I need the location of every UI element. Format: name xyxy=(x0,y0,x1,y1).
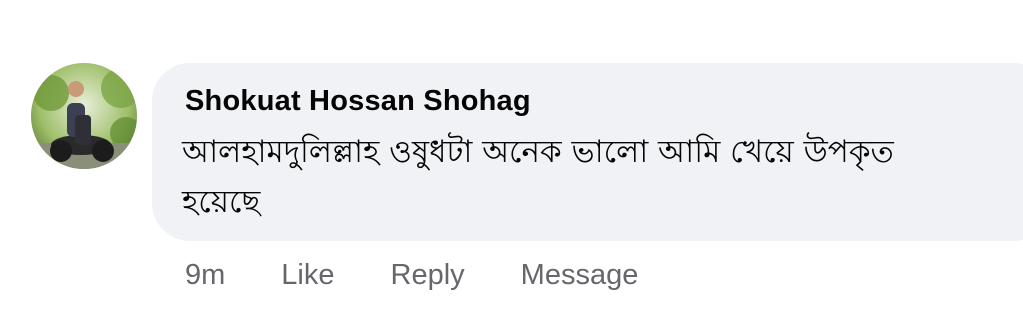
comment-bubble: Shokuat Hossan Shohag আলহামদুলিল্লাহ ওষু… xyxy=(152,63,1023,241)
comment-text: আলহামদুলিল্লাহ ওষুধটা অনেক ভালো আমি খেয়… xyxy=(182,134,894,220)
avatar-photo-icon xyxy=(31,63,137,169)
comment-author-name[interactable]: Shokuat Hossan Shohag xyxy=(185,85,531,118)
reply-button[interactable]: Reply xyxy=(391,259,465,292)
author-avatar[interactable] xyxy=(31,63,137,169)
comment-timestamp[interactable]: 9m xyxy=(185,259,225,292)
comment-actions-bar: 9m Like Reply Message xyxy=(185,255,638,295)
message-button[interactable]: Message xyxy=(521,259,639,292)
like-button[interactable]: Like xyxy=(281,259,334,292)
